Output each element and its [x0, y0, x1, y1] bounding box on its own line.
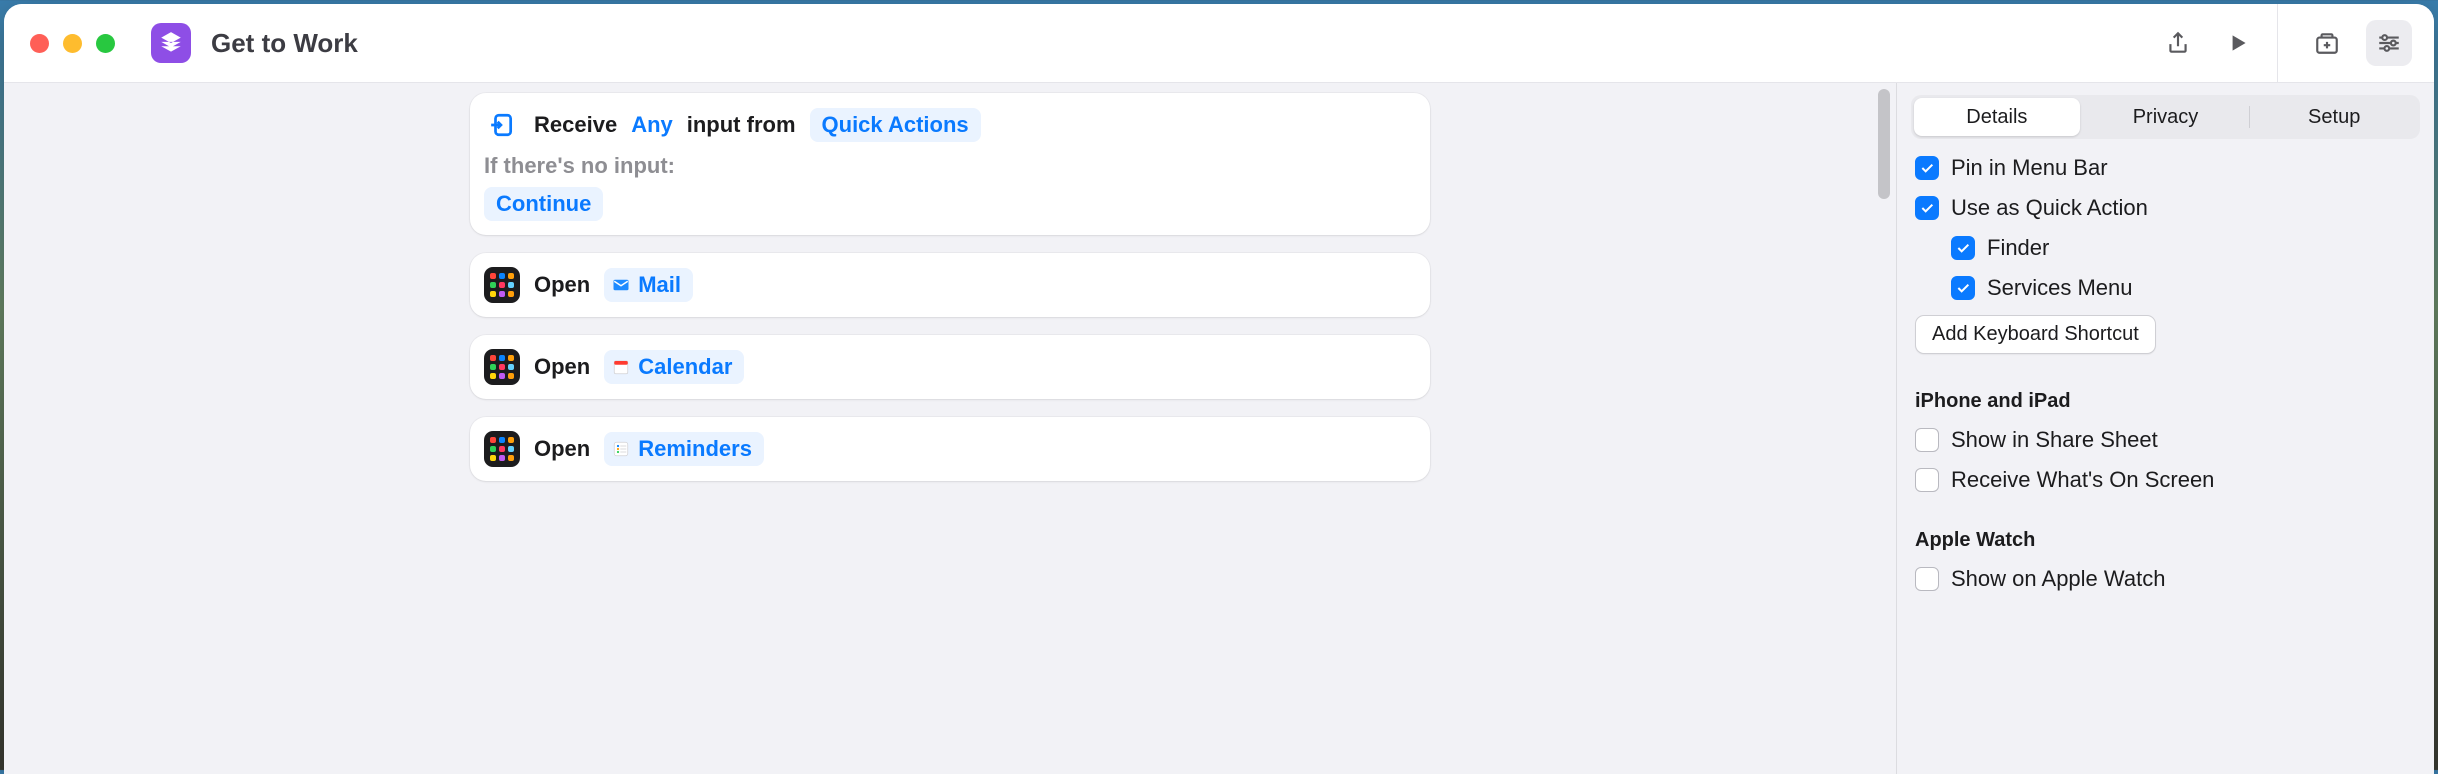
option-pin-menu-bar[interactable]: Pin in Menu Bar	[1915, 155, 2416, 181]
toolbar-separator	[2277, 4, 2278, 82]
open-app-action-icon	[484, 267, 520, 303]
option-label: Use as Quick Action	[1951, 195, 2148, 221]
open-app-action-icon	[484, 431, 520, 467]
sidebar-tabs: Details Privacy Setup	[1911, 95, 2420, 139]
close-window-button[interactable]	[30, 34, 49, 53]
shortcut-title[interactable]: Get to Work	[211, 28, 358, 59]
tab-privacy[interactable]: Privacy	[2083, 98, 2249, 136]
option-label: Pin in Menu Bar	[1951, 155, 2108, 181]
option-label: Show in Share Sheet	[1951, 427, 2158, 453]
checkbox-icon	[1951, 276, 1975, 300]
open-verb-label: Open	[534, 436, 590, 462]
receive-label: Receive	[534, 112, 617, 138]
no-input-fallback-token[interactable]: Continue	[484, 187, 603, 221]
no-input-label: If there's no input:	[484, 153, 675, 179]
checkbox-icon	[1915, 428, 1939, 452]
app-token-mail[interactable]: Mail	[604, 268, 693, 302]
window-controls	[30, 34, 115, 53]
library-toggle-button[interactable]	[2304, 20, 2350, 66]
checkbox-icon	[1915, 468, 1939, 492]
tab-setup[interactable]: Setup	[2251, 98, 2417, 136]
option-label: Receive What's On Screen	[1951, 467, 2214, 493]
app-token-label: Reminders	[638, 436, 752, 462]
checkbox-icon	[1915, 156, 1939, 180]
option-share-sheet[interactable]: Show in Share Sheet	[1915, 427, 2416, 453]
shortcut-icon	[151, 23, 191, 63]
receive-any-token[interactable]: Any	[631, 112, 673, 138]
open-verb-label: Open	[534, 354, 590, 380]
section-iphone-ipad: iPhone and iPad	[1915, 390, 2416, 413]
open-app-action-icon	[484, 349, 520, 385]
details-sidebar: Details Privacy Setup Pin in Menu Bar Us…	[1896, 83, 2434, 774]
calendar-icon	[612, 358, 630, 376]
open-app-card-reminders[interactable]: Open Reminders	[470, 417, 1430, 481]
toolbar: Get to Work	[4, 4, 2434, 83]
option-label: Finder	[1987, 235, 2049, 261]
input-from-label: input from	[687, 112, 796, 138]
workflow-canvas[interactable]: Receive Any input from Quick Actions If …	[4, 83, 1896, 774]
reminders-icon	[612, 440, 630, 458]
app-token-label: Calendar	[638, 354, 732, 380]
zoom-window-button[interactable]	[96, 34, 115, 53]
run-button[interactable]	[2215, 20, 2261, 66]
add-keyboard-shortcut-button[interactable]: Add Keyboard Shortcut	[1915, 315, 2156, 354]
option-services-menu[interactable]: Services Menu	[1951, 275, 2416, 301]
input-icon	[484, 107, 520, 143]
app-token-calendar[interactable]: Calendar	[604, 350, 744, 384]
receive-action-card[interactable]: Receive Any input from Quick Actions If …	[470, 93, 1430, 235]
open-app-card-calendar[interactable]: Open Calendar	[470, 335, 1430, 399]
option-label: Services Menu	[1987, 275, 2133, 301]
tab-details[interactable]: Details	[1914, 98, 2080, 136]
open-verb-label: Open	[534, 272, 590, 298]
shortcuts-editor-window: Get to Work	[4, 4, 2434, 774]
option-show-on-watch[interactable]: Show on Apple Watch	[1915, 566, 2416, 592]
mail-icon	[612, 276, 630, 294]
app-token-reminders[interactable]: Reminders	[604, 432, 764, 466]
receive-source-token[interactable]: Quick Actions	[810, 108, 981, 142]
option-finder[interactable]: Finder	[1951, 235, 2416, 261]
checkbox-icon	[1951, 236, 1975, 260]
share-button[interactable]	[2155, 20, 2201, 66]
minimize-window-button[interactable]	[63, 34, 82, 53]
settings-toggle-button[interactable]	[2366, 20, 2412, 66]
open-app-card-mail[interactable]: Open Mail	[470, 253, 1430, 317]
option-receive-on-screen[interactable]: Receive What's On Screen	[1915, 467, 2416, 493]
app-token-label: Mail	[638, 272, 681, 298]
checkbox-icon	[1915, 567, 1939, 591]
canvas-scrollbar[interactable]	[1878, 89, 1890, 199]
checkbox-icon	[1915, 196, 1939, 220]
option-label: Show on Apple Watch	[1951, 566, 2165, 592]
section-apple-watch: Apple Watch	[1915, 529, 2416, 552]
option-quick-action[interactable]: Use as Quick Action	[1915, 195, 2416, 221]
